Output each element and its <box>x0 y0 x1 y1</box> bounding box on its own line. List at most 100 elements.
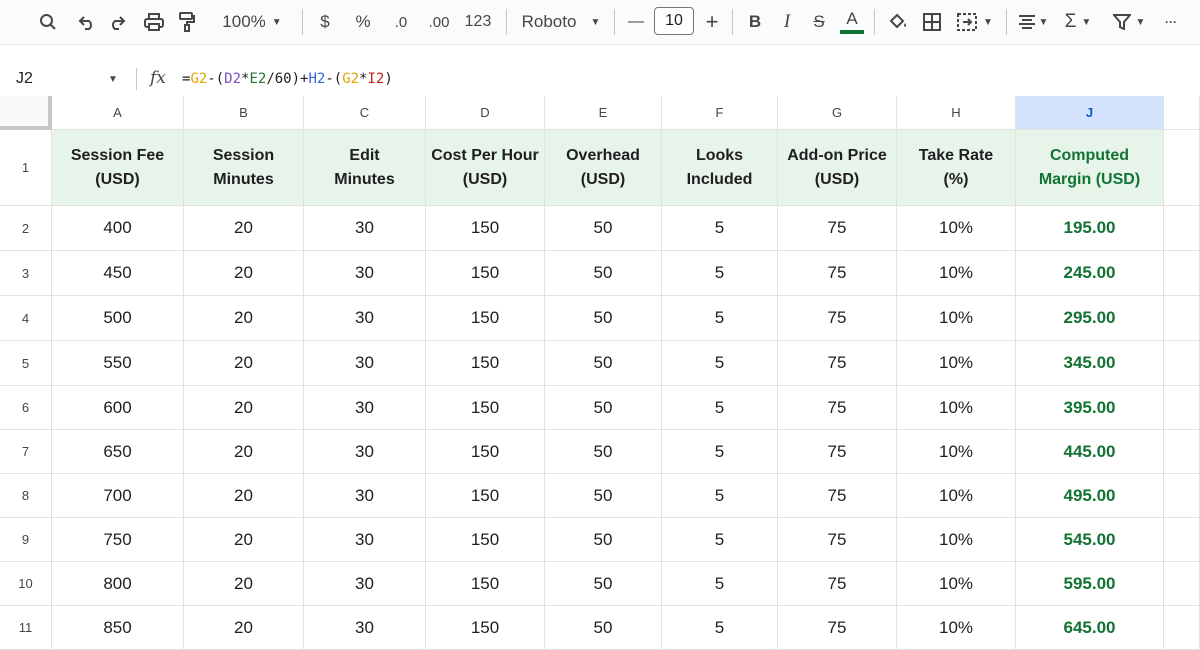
row-header-8[interactable]: 8 <box>0 474 52 518</box>
empty-cell[interactable] <box>1164 474 1200 518</box>
font-family-dropdown[interactable]: Roboto ▼ <box>518 6 604 38</box>
margin-cell[interactable]: 195.00 <box>1016 206 1164 251</box>
data-cell[interactable]: 450 <box>52 251 184 296</box>
strikethrough-button[interactable]: S <box>806 6 832 38</box>
column-header-d[interactable]: D <box>426 96 545 130</box>
data-cell[interactable]: 20 <box>184 430 304 474</box>
data-cell[interactable]: 50 <box>545 206 662 251</box>
empty-cell[interactable] <box>1164 562 1200 606</box>
select-all-corner[interactable] <box>0 96 52 130</box>
margin-cell[interactable]: 395.00 <box>1016 386 1164 430</box>
data-cell[interactable]: 500 <box>52 296 184 341</box>
header-cell[interactable]: Looks Included <box>662 130 778 206</box>
header-cell[interactable]: Take Rate (%) <box>897 130 1016 206</box>
data-cell[interactable]: 10% <box>897 251 1016 296</box>
data-cell[interactable]: 10% <box>897 606 1016 650</box>
decrease-decimal-button[interactable]: .0 <box>386 6 416 38</box>
data-cell[interactable]: 20 <box>184 386 304 430</box>
column-header-h[interactable]: H <box>897 96 1016 130</box>
increase-font-size-button[interactable]: + <box>700 6 724 38</box>
row-header-9[interactable]: 9 <box>0 518 52 562</box>
header-cell[interactable]: Computed Margin (USD) <box>1016 130 1164 206</box>
data-cell[interactable]: 150 <box>426 206 545 251</box>
row-header-2[interactable]: 2 <box>0 206 52 251</box>
empty-cell[interactable] <box>1164 386 1200 430</box>
borders-icon[interactable] <box>918 6 946 38</box>
data-cell[interactable]: 30 <box>304 518 426 562</box>
data-cell[interactable]: 75 <box>778 518 897 562</box>
data-cell[interactable]: 75 <box>778 474 897 518</box>
data-cell[interactable]: 20 <box>184 251 304 296</box>
percent-format-button[interactable]: % <box>350 6 376 38</box>
data-cell[interactable]: 30 <box>304 251 426 296</box>
data-cell[interactable]: 75 <box>778 206 897 251</box>
data-cell[interactable]: 50 <box>545 606 662 650</box>
data-cell[interactable]: 30 <box>304 206 426 251</box>
data-cell[interactable]: 5 <box>662 251 778 296</box>
merge-cells-dropdown[interactable]: ▼ <box>952 6 998 38</box>
data-cell[interactable]: 150 <box>426 562 545 606</box>
margin-cell[interactable]: 495.00 <box>1016 474 1164 518</box>
column-header-empty[interactable] <box>1164 96 1200 130</box>
data-cell[interactable]: 30 <box>304 386 426 430</box>
data-cell[interactable]: 20 <box>184 474 304 518</box>
text-color-button[interactable]: A <box>838 6 866 38</box>
data-cell[interactable]: 10% <box>897 386 1016 430</box>
column-header-g[interactable]: G <box>778 96 897 130</box>
data-cell[interactable]: 75 <box>778 430 897 474</box>
data-cell[interactable]: 5 <box>662 430 778 474</box>
data-cell[interactable]: 150 <box>426 386 545 430</box>
data-cell[interactable]: 150 <box>426 296 545 341</box>
header-cell[interactable]: Edit Minutes <box>304 130 426 206</box>
data-cell[interactable]: 5 <box>662 296 778 341</box>
data-cell[interactable]: 50 <box>545 430 662 474</box>
row-header-5[interactable]: 5 <box>0 341 52 386</box>
horizontal-align-dropdown[interactable]: ▼ <box>1014 6 1052 38</box>
row-header-6[interactable]: 6 <box>0 386 52 430</box>
data-cell[interactable]: 30 <box>304 562 426 606</box>
column-header-j[interactable]: J <box>1016 96 1164 130</box>
header-cell[interactable]: Cost Per Hour (USD) <box>426 130 545 206</box>
row-header-1[interactable]: 1 <box>0 130 52 206</box>
data-cell[interactable]: 150 <box>426 341 545 386</box>
column-header-b[interactable]: B <box>184 96 304 130</box>
data-cell[interactable]: 10% <box>897 341 1016 386</box>
data-cell[interactable]: 750 <box>52 518 184 562</box>
column-header-f[interactable]: F <box>662 96 778 130</box>
data-cell[interactable]: 20 <box>184 341 304 386</box>
data-cell[interactable]: 10% <box>897 296 1016 341</box>
data-cell[interactable]: 150 <box>426 474 545 518</box>
column-header-c[interactable]: C <box>304 96 426 130</box>
undo-icon[interactable] <box>74 6 100 38</box>
data-cell[interactable]: 5 <box>662 341 778 386</box>
fill-color-icon[interactable] <box>884 6 912 38</box>
data-cell[interactable]: 75 <box>778 341 897 386</box>
data-cell[interactable]: 50 <box>545 474 662 518</box>
margin-cell[interactable]: 295.00 <box>1016 296 1164 341</box>
more-options-icon[interactable]: ··· <box>1158 6 1184 38</box>
empty-cell[interactable] <box>1164 296 1200 341</box>
data-cell[interactable]: 5 <box>662 206 778 251</box>
data-cell[interactable]: 10% <box>897 562 1016 606</box>
empty-cell[interactable] <box>1164 130 1200 206</box>
data-cell[interactable]: 10% <box>897 430 1016 474</box>
data-cell[interactable]: 150 <box>426 430 545 474</box>
margin-cell[interactable]: 445.00 <box>1016 430 1164 474</box>
data-cell[interactable]: 700 <box>52 474 184 518</box>
data-cell[interactable]: 50 <box>545 251 662 296</box>
data-cell[interactable]: 50 <box>545 518 662 562</box>
header-cell[interactable]: Session Minutes <box>184 130 304 206</box>
data-cell[interactable]: 50 <box>545 341 662 386</box>
data-cell[interactable]: 5 <box>662 562 778 606</box>
italic-button[interactable]: I <box>774 6 800 38</box>
functions-dropdown[interactable]: Σ ▼ <box>1058 6 1098 38</box>
data-cell[interactable]: 5 <box>662 518 778 562</box>
data-cell[interactable]: 5 <box>662 606 778 650</box>
empty-cell[interactable] <box>1164 518 1200 562</box>
data-cell[interactable]: 75 <box>778 606 897 650</box>
margin-cell[interactable]: 645.00 <box>1016 606 1164 650</box>
empty-cell[interactable] <box>1164 206 1200 251</box>
increase-decimal-button[interactable]: .00 <box>422 6 456 38</box>
data-cell[interactable]: 20 <box>184 296 304 341</box>
data-cell[interactable]: 10% <box>897 474 1016 518</box>
